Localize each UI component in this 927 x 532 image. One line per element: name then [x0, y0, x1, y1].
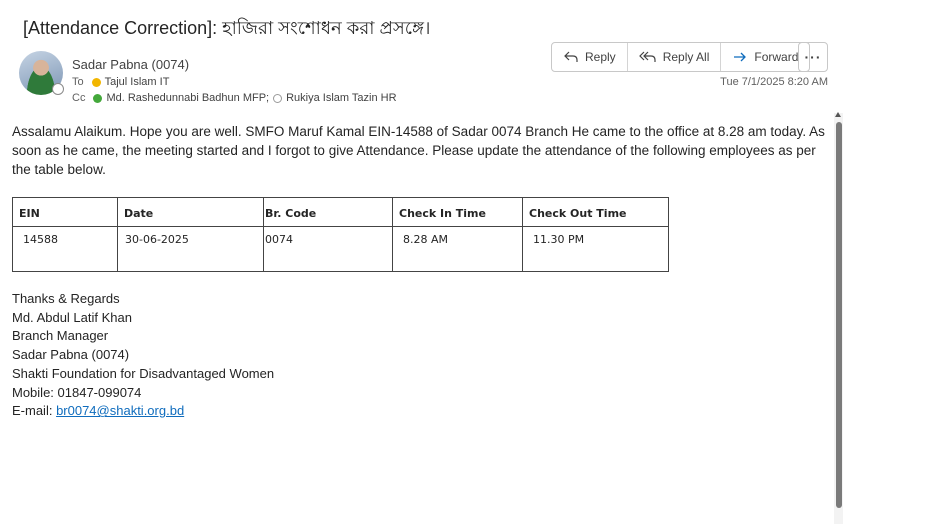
reply-all-icon	[638, 51, 656, 62]
message-actions: Reply Reply All Forward	[551, 42, 811, 72]
signature: Thanks & Regards Md. Abdul Latif Khan Br…	[12, 290, 274, 421]
table-cell: 14588	[12, 226, 118, 272]
email-label: E-mail:	[12, 403, 57, 419]
email-link[interactable]: br0074@shakti.org.bd	[56, 403, 184, 418]
to-line: To Tajul Islam IT	[72, 76, 169, 88]
forward-arrow-icon	[734, 52, 747, 62]
forward-label: Forward	[754, 50, 799, 64]
signature-line: Thanks & Regards	[12, 291, 120, 306]
signature-email-line: E-mail: br0074@shakti.org.bd	[12, 402, 274, 421]
table-row: 14588 30-06-2025 0074 8.28 AM 11.30 PM	[12, 226, 669, 272]
away-status-icon	[91, 77, 101, 87]
signature-line: Md. Abdul Latif Khan	[12, 309, 132, 325]
sender-name[interactable]: Sadar Pabna (0074)	[72, 57, 189, 72]
table-header: Br. Code	[263, 197, 393, 227]
cc-recipient[interactable]: Md. Rashedunnabi Badhun MFP;	[106, 92, 269, 104]
reply-arrow-icon	[564, 51, 578, 62]
table-cell: 30-06-2025	[117, 226, 264, 272]
cc-label: Cc	[72, 92, 86, 104]
signature-line: Shakti Foundation for Disadvantaged Wome…	[12, 365, 275, 381]
reply-label: Reply	[585, 50, 616, 64]
scrollbar-thumb[interactable]	[836, 122, 842, 508]
table-cell: 8.28 AM	[392, 226, 523, 272]
reply-all-label: Reply All	[662, 50, 710, 64]
signature-line: Branch Manager	[12, 328, 109, 344]
to-recipient[interactable]: Tajul Islam IT	[105, 76, 170, 88]
cc-line: Cc Md. Rashedunnabi Badhun MFP; Rukiya I…	[72, 92, 397, 104]
timestamp: Tue 7/1/2025 8:20 AM	[720, 76, 828, 88]
table-header: Date	[117, 197, 264, 227]
forward-button[interactable]: Forward	[721, 43, 809, 71]
attendance-table: EIN Date Br. Code Check In Time Check Ou…	[12, 197, 669, 272]
table-header: Check Out Time	[522, 197, 669, 227]
reply-all-button[interactable]: Reply All	[628, 43, 722, 71]
available-status-icon	[93, 93, 103, 103]
email-subject: [Attendance Correction]: হাজিরা সংশোধন ক…	[23, 18, 431, 38]
email-body: Assalamu Alaikum. Hope you are well. SMF…	[12, 124, 825, 177]
offline-status-icon	[273, 93, 283, 103]
to-label: To	[72, 76, 84, 88]
cc-recipient[interactable]: Rukiya Islam Tazin HR	[286, 92, 396, 104]
presence-status-icon	[52, 83, 64, 95]
table-header: Check In Time	[392, 197, 523, 227]
table-header: EIN	[12, 197, 118, 227]
more-actions-button[interactable]: ···	[798, 42, 828, 72]
signature-mobile: Mobile: 01847-099074	[12, 384, 142, 400]
table-cell: 11.30 PM	[522, 226, 669, 272]
scroll-up-icon[interactable]	[835, 112, 841, 117]
table-cell: 0074	[263, 226, 393, 272]
reply-button[interactable]: Reply	[552, 43, 628, 71]
signature-line: Sadar Pabna (0074)	[12, 347, 130, 363]
table-header-row: EIN Date Br. Code Check In Time Check Ou…	[12, 197, 669, 227]
